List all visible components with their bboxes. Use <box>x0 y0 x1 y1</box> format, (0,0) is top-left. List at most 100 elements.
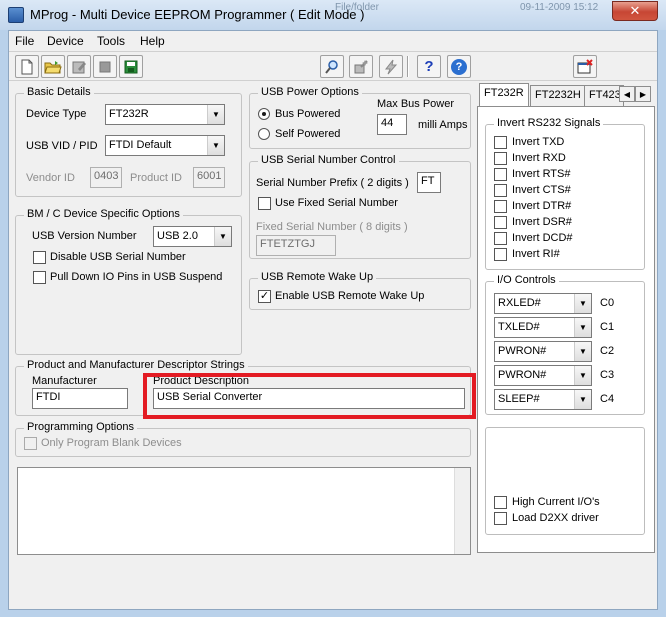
load-d2xx-label: Load D2XX driver <box>512 512 599 524</box>
high-current-io-checkbox[interactable] <box>494 496 507 509</box>
menu-help[interactable]: Help <box>140 34 165 48</box>
group-title: Programming Options <box>24 421 137 433</box>
stop-button[interactable] <box>93 55 117 78</box>
tab-scroll-left-button[interactable]: ◀ <box>619 86 635 102</box>
blank-only-label: Only Program Blank Devices <box>41 437 182 449</box>
tab-scroll-right-button[interactable]: ▶ <box>635 86 651 102</box>
vid-pid-label: USB VID / PID <box>26 140 98 152</box>
usb-version-label: USB Version Number <box>32 230 137 242</box>
use-fixed-serial-checkbox[interactable] <box>258 197 271 210</box>
invert-rts-checkbox[interactable] <box>494 168 507 181</box>
save-icon <box>124 60 138 73</box>
remote-wake-checkbox[interactable]: ✓ <box>258 290 271 303</box>
high-current-io-label: High Current I/O's <box>512 496 600 508</box>
chevron-down-icon: ▼ <box>207 105 224 124</box>
bus-powered-label: Bus Powered <box>275 108 341 120</box>
background-window-text: 09-11-2009 15:12 <box>520 2 599 13</box>
chevron-down-icon: ▼ <box>214 227 231 246</box>
vendor-id-label: Vendor ID <box>26 172 75 184</box>
invert-dsr-checkbox[interactable] <box>494 216 507 229</box>
manufacturer-label: Manufacturer <box>32 375 97 387</box>
product-id-field[interactable]: 6001 <box>193 167 225 188</box>
serial-number-group: USB Serial Number Control Serial Number … <box>249 154 471 259</box>
title-bar[interactable]: MProg - Multi Device EEPROM Programmer (… <box>0 0 666 30</box>
io-c1-select[interactable]: TXLED# ▼ <box>494 317 592 338</box>
group-title: Basic Details <box>24 86 94 98</box>
group-title: USB Serial Number Control <box>258 154 399 166</box>
fixed-serial-label: Fixed Serial Number ( 8 digits ) <box>256 221 408 233</box>
use-fixed-serial-label: Use Fixed Serial Number <box>275 197 398 209</box>
disable-serial-checkbox[interactable] <box>33 251 46 264</box>
app-icon <box>8 7 24 23</box>
manufacturer-field[interactable]: FTDI <box>32 388 128 409</box>
bus-powered-radio[interactable] <box>258 108 270 120</box>
vid-pid-select[interactable]: FTDI Default ▼ <box>105 135 225 156</box>
self-powered-label: Self Powered <box>275 128 341 140</box>
io-c3-select[interactable]: PWRON# ▼ <box>494 365 592 386</box>
menu-tools[interactable]: Tools <box>97 34 125 48</box>
io-c2-select[interactable]: PWRON# ▼ <box>494 341 592 362</box>
group-title: BM / C Device Specific Options <box>24 208 183 220</box>
vendor-id-field[interactable]: 0403 <box>90 167 122 188</box>
exit-button[interactable] <box>573 55 597 78</box>
stop-icon <box>99 61 111 72</box>
io-c3-label: C3 <box>600 369 615 381</box>
invert-rs232-group: Invert RS232 Signals Invert TXD Invert R… <box>485 117 645 270</box>
program-button[interactable] <box>379 55 403 78</box>
search-button[interactable] <box>320 55 344 78</box>
save-button[interactable] <box>119 55 143 78</box>
max-bus-power-field[interactable]: 44 <box>377 114 407 135</box>
invert-dtr-checkbox[interactable] <box>494 200 507 213</box>
io-c4-label: C4 <box>600 393 615 405</box>
max-bus-power-label: Max Bus Power <box>377 98 455 110</box>
log-output[interactable] <box>17 467 471 555</box>
usb-power-group: USB Power Options Bus Powered Self Power… <box>249 86 471 149</box>
invert-ri-checkbox[interactable] <box>494 248 507 261</box>
serial-prefix-field[interactable]: FT <box>417 172 441 193</box>
load-d2xx-checkbox[interactable] <box>494 512 507 525</box>
chevron-left-icon: ◀ <box>623 89 631 99</box>
invert-rxd-checkbox[interactable] <box>494 152 507 165</box>
open-button[interactable] <box>41 55 65 78</box>
usb-version-select[interactable]: USB 2.0 ▼ <box>153 226 232 247</box>
self-powered-radio[interactable] <box>258 128 270 140</box>
device-type-select[interactable]: FT232R ▼ <box>105 104 225 125</box>
close-button[interactable]: ✕ <box>612 1 658 21</box>
toolbar-separator <box>407 56 409 77</box>
invert-dtr-label: Invert DTR# <box>512 200 572 212</box>
io-c4-select[interactable]: SLEEP# ▼ <box>494 389 592 410</box>
menu-device[interactable]: Device <box>47 34 84 48</box>
invert-cts-checkbox[interactable] <box>494 184 507 197</box>
info-button[interactable]: ? <box>447 55 471 78</box>
device-type-label: Device Type <box>26 108 87 120</box>
fixed-serial-field[interactable]: FTETZTGJ <box>256 235 336 256</box>
io-c0-select[interactable]: RXLED# ▼ <box>494 293 592 314</box>
serial-prefix-label: Serial Number Prefix ( 2 digits ) <box>256 177 409 189</box>
invert-dcd-checkbox[interactable] <box>494 232 507 245</box>
tab-ft423[interactable]: FT423 <box>584 85 624 106</box>
exit-dialog-icon <box>577 58 593 73</box>
menu-file[interactable]: File <box>15 34 34 48</box>
group-title: USB Power Options <box>258 86 362 98</box>
window-title: MProg - Multi Device EEPROM Programmer (… <box>30 7 365 22</box>
io-c1-label: C1 <box>600 321 615 333</box>
io-c0-label: C0 <box>600 297 615 309</box>
chevron-down-icon: ▼ <box>574 294 591 313</box>
help-button[interactable]: ? <box>417 55 441 78</box>
invert-txd-checkbox[interactable] <box>494 136 507 149</box>
pull-down-io-checkbox[interactable] <box>33 271 46 284</box>
tab-ft2232h[interactable]: FT2232H <box>530 85 586 106</box>
remote-wake-label: Enable USB Remote Wake Up <box>275 290 425 302</box>
tab-ft232r[interactable]: FT232R <box>479 83 529 107</box>
log-scrollbar[interactable] <box>454 468 470 554</box>
invert-dcd-label: Invert DCD# <box>512 232 573 244</box>
edit-button[interactable] <box>67 55 91 78</box>
new-button[interactable] <box>15 55 39 78</box>
search-icon <box>325 59 338 74</box>
chevron-right-icon: ▶ <box>639 89 647 99</box>
blank-only-checkbox[interactable] <box>24 437 37 450</box>
open-folder-icon <box>44 60 62 73</box>
invert-cts-label: Invert CTS# <box>512 184 571 196</box>
wand-button[interactable] <box>349 55 373 78</box>
driver-options-group: High Current I/O's Load D2XX driver <box>485 427 645 535</box>
